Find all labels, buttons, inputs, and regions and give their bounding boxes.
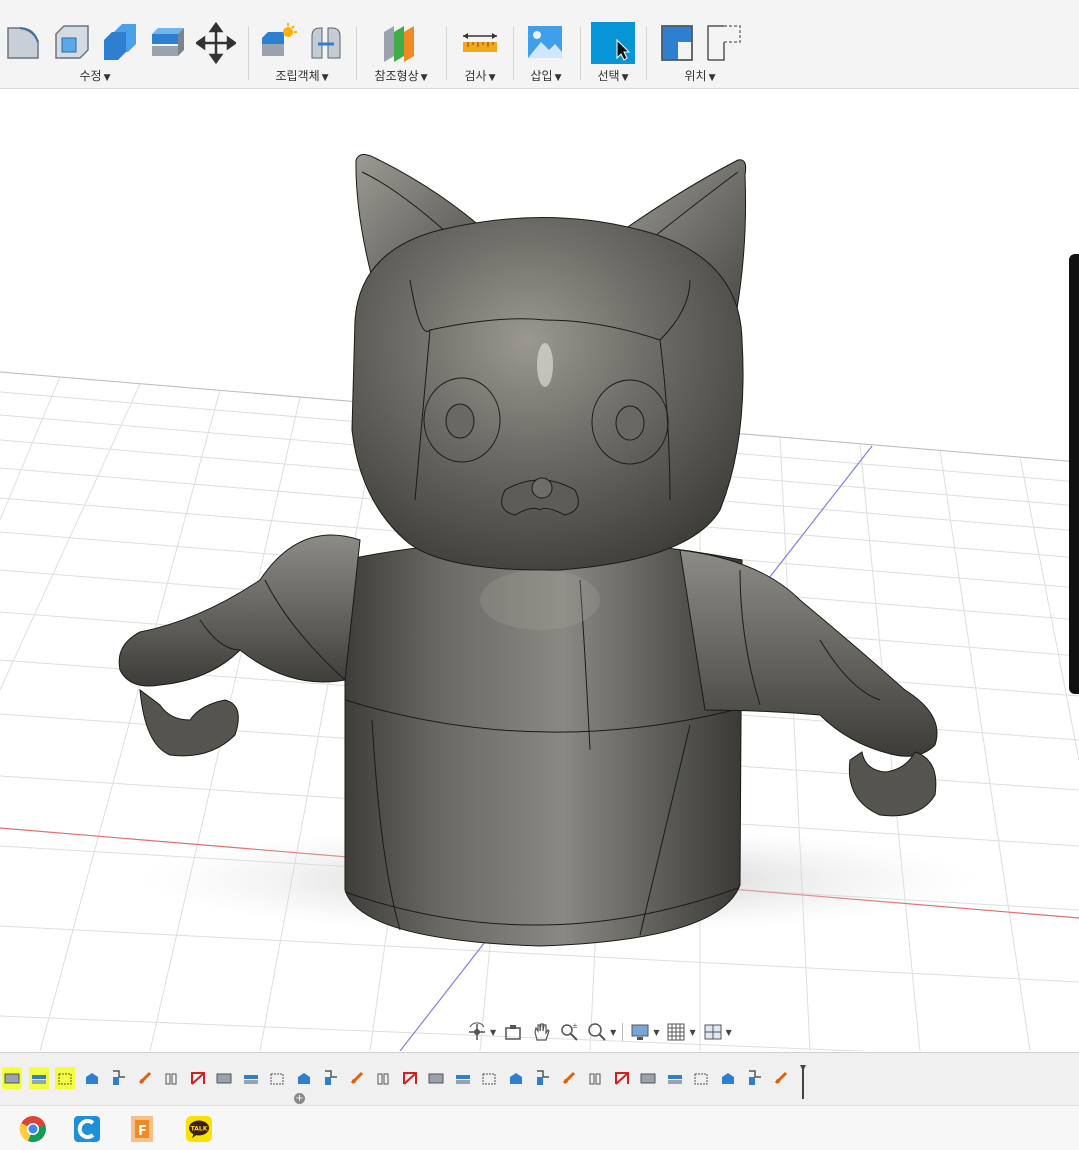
position-group: 위치 ▼ [648, 0, 752, 88]
timeline-feature-icon[interactable] [267, 1067, 287, 1089]
timeline-feature-icon[interactable] [479, 1067, 499, 1089]
timeline-feature-icon[interactable] [294, 1067, 314, 1089]
new-component-icon[interactable] [258, 22, 298, 64]
position-menu[interactable]: 위치 ▼ [648, 67, 752, 84]
offset-plane-icon[interactable] [380, 22, 420, 64]
navigation-bar: ▼ ± ▼ ▼ ▼ ▼ [462, 1018, 750, 1046]
select-group: 선택 ▼ [582, 0, 644, 88]
orbit-icon[interactable] [466, 1021, 488, 1043]
separator [513, 26, 514, 80]
insert-group: 삽입 ▼ [515, 0, 577, 88]
design-timeline: + [0, 1052, 1079, 1105]
construct-group: 참조형상 ▼ [358, 0, 444, 88]
timeline-marker[interactable] [800, 1065, 806, 1099]
kakaotalk-icon[interactable]: TALK [184, 1114, 214, 1144]
svg-text:F: F [138, 1124, 147, 1139]
timeline-feature-icon[interactable] [532, 1067, 552, 1089]
toolbar-ribbon: 수정 ▼ 조립객체 ▼ 참조형상 ▼ 검사 ▼ 삽입 ▼ 선택 ▼ 위치 ▼ [0, 0, 1079, 89]
timeline-feature-icon[interactable] [28, 1067, 49, 1089]
timeline-feature-icon[interactable] [161, 1067, 181, 1089]
timeline-feature-icon[interactable] [718, 1067, 738, 1089]
timeline-feature-icon[interactable] [665, 1067, 685, 1089]
chevron-down-icon[interactable]: ▼ [726, 1028, 732, 1037]
timeline-feature-icon[interactable] [214, 1067, 234, 1089]
timeline-feature-icon[interactable] [426, 1067, 446, 1089]
svg-text:TALK: TALK [191, 1126, 208, 1133]
shell-icon[interactable] [100, 22, 140, 64]
chevron-down-icon[interactable]: ▼ [490, 1028, 496, 1037]
measure-icon[interactable] [460, 22, 500, 64]
inspect-group: 검사 ▼ [448, 0, 512, 88]
timeline-feature-icon[interactable] [55, 1067, 75, 1089]
separator [622, 1023, 624, 1041]
modify-menu[interactable]: 수정 ▼ [30, 67, 160, 84]
move-copy-icon[interactable] [194, 21, 238, 65]
select-menu[interactable]: 선택 ▼ [582, 67, 644, 84]
revert-position-icon[interactable] [704, 22, 744, 64]
timeline-feature-icon[interactable] [400, 1067, 420, 1089]
timeline-feature-icon[interactable] [82, 1067, 102, 1089]
cat-model [118, 154, 938, 947]
grid-settings-icon[interactable] [665, 1021, 687, 1043]
separator [646, 26, 647, 80]
select-icon[interactable] [591, 22, 635, 64]
timeline-feature-icon[interactable] [2, 1067, 22, 1089]
timeline-feature-icon[interactable] [241, 1067, 261, 1089]
combine-icon[interactable] [148, 22, 188, 64]
fillet-icon[interactable] [52, 22, 92, 64]
inspect-menu[interactable]: 검사 ▼ [448, 67, 512, 84]
separator [248, 26, 249, 80]
timeline-feature-icon[interactable] [771, 1067, 791, 1089]
viewports-icon[interactable] [702, 1021, 724, 1043]
chevron-down-icon[interactable]: ▼ [653, 1028, 659, 1037]
timeline-feature-icon[interactable] [612, 1067, 632, 1089]
svg-text:±: ± [572, 1022, 578, 1030]
separator [446, 26, 447, 80]
timeline-track [0, 1067, 810, 1095]
timeline-feature-icon[interactable] [638, 1067, 658, 1089]
modify-group: 수정 ▼ [0, 0, 248, 88]
timeline-feature-icon[interactable] [691, 1067, 711, 1089]
timeline-feature-icon[interactable] [373, 1067, 393, 1089]
timeline-add-icon[interactable]: + [294, 1093, 305, 1104]
joint-icon[interactable] [306, 22, 346, 64]
separator [356, 26, 357, 80]
insert-menu[interactable]: 삽입 ▼ [515, 67, 577, 84]
timeline-feature-icon[interactable] [108, 1067, 128, 1089]
chevron-down-icon[interactable]: ▼ [610, 1028, 616, 1037]
timeline-feature-icon[interactable] [506, 1067, 526, 1089]
capture-position-icon[interactable] [658, 22, 698, 64]
fusion-icon[interactable]: F [128, 1114, 158, 1144]
timeline-feature-icon[interactable] [188, 1067, 208, 1089]
zoom-icon[interactable]: ± [558, 1021, 580, 1043]
scene-svg [0, 154, 1079, 1051]
canvas-viewport[interactable] [0, 89, 1079, 1051]
timeline-feature-icon[interactable] [453, 1067, 473, 1089]
display-settings-icon[interactable] [629, 1021, 651, 1043]
timeline-feature-icon[interactable] [559, 1067, 579, 1089]
timeline-feature-icon[interactable] [320, 1067, 340, 1089]
press-pull-icon[interactable] [4, 22, 44, 64]
timeline-feature-icon[interactable] [585, 1067, 605, 1089]
chevron-down-icon[interactable]: ▼ [689, 1028, 695, 1037]
timeline-feature-icon[interactable] [135, 1067, 155, 1089]
look-at-icon[interactable] [502, 1021, 524, 1043]
fit-icon[interactable] [586, 1021, 608, 1043]
separator [580, 26, 581, 80]
taskbar: F TALK [0, 1105, 1079, 1150]
assemble-group: 조립객체 ▼ [250, 0, 354, 88]
pan-icon[interactable] [530, 1021, 552, 1043]
timeline-feature-icon[interactable] [744, 1067, 764, 1089]
construct-menu[interactable]: 참조형상 ▼ [358, 67, 444, 84]
ccleaner-icon[interactable] [72, 1114, 102, 1144]
assemble-menu[interactable]: 조립객체 ▼ [250, 67, 354, 84]
timeline-feature-icon[interactable] [347, 1067, 367, 1089]
insert-image-icon[interactable] [525, 22, 565, 64]
chrome-icon[interactable] [18, 1114, 48, 1144]
browser-panel-edge[interactable] [1069, 254, 1079, 694]
